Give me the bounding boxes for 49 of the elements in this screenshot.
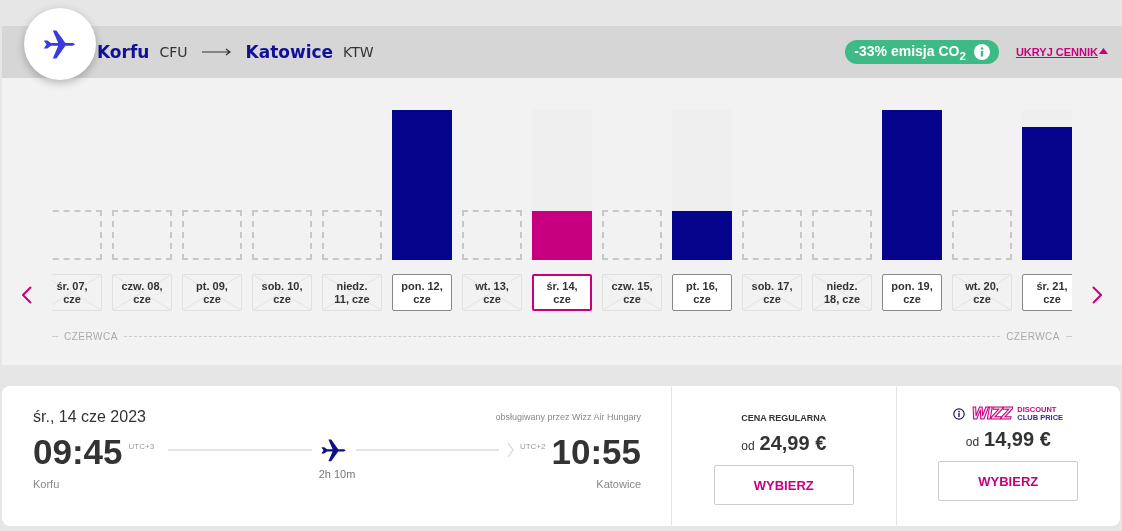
price-bar[interactable] [882, 110, 942, 260]
date-tab[interactable]: czw. 15, cze [602, 274, 662, 311]
date-tab[interactable]: pon. 12, cze [392, 274, 452, 311]
date-tab[interactable]: pt. 16, cze [672, 274, 732, 311]
select-button[interactable]: WYBIERZ [713, 465, 854, 505]
price-prefix: od [741, 439, 755, 453]
origin-city: Korfu [97, 42, 150, 62]
club-logo-wordmark: WIZZ [971, 406, 1012, 422]
date-tab[interactable]: wt. 20, cze [952, 274, 1012, 311]
price-prefix: od [965, 435, 980, 449]
date-tab[interactable]: śr. 21, cze [1022, 274, 1072, 311]
arrival-timezone: UTC+2 [519, 442, 546, 451]
date-tab[interactable]: pon. 19, cze [882, 274, 942, 311]
operator-text: obsługiwany przez Wizz Air Hungary [495, 412, 641, 422]
destination-city: Katowice [245, 42, 334, 62]
info-icon[interactable] [953, 408, 966, 420]
departure-time: 09:45 [33, 432, 123, 472]
emission-text: -33% emisja CO$_{2}$ [854, 42, 966, 62]
flight-date: śr., 14 cze 2023 [33, 408, 146, 426]
price-bar[interactable] [392, 110, 452, 260]
arrow-head-icon [506, 442, 514, 458]
date-tab[interactable]: sob. 17, cze [742, 274, 802, 311]
date-tab[interactable]: pt. 09, cze [182, 274, 242, 311]
select-button[interactable]: WYBIERZ [938, 461, 1079, 501]
origin-city: Korfu [33, 478, 60, 490]
fare-price: 24,99 € [759, 432, 827, 455]
destination-code: KTW [343, 44, 374, 60]
arrow-icon [201, 48, 232, 56]
flight-duration: 2h 10m [318, 468, 356, 480]
price-bar[interactable] [1022, 126, 1072, 260]
price-bar[interactable] [532, 210, 592, 260]
date-tab[interactable]: niedz. 11, cze [322, 274, 382, 311]
date-tab[interactable]: śr. 07, cze [52, 274, 102, 311]
origin-code: CFU [159, 44, 188, 60]
destination-city: Katowice [596, 478, 641, 490]
fare-title: CENA REGULARNA [741, 412, 827, 425]
date-tab[interactable]: wt. 13, cze [462, 274, 522, 311]
arrival-time: 10:55 [551, 432, 641, 472]
month-label: CZERWCA [64, 330, 118, 342]
date-tab[interactable]: sob. 10, cze [252, 274, 312, 311]
fare-price: 14,99 € [984, 428, 1051, 451]
date-tab[interactable]: niedz. 18, cze [812, 274, 872, 311]
date-tab[interactable]: czw. 08, cze [112, 274, 172, 311]
hide-prices-link[interactable]: UKRYJ CENNIK [1015, 46, 1098, 58]
date-tab[interactable]: śr. 14, cze [532, 274, 592, 311]
caret-up-icon [1099, 48, 1108, 54]
month-label: CZERWCA [1006, 330, 1060, 342]
price-bar[interactable] [672, 210, 732, 260]
departure-timezone: UTC+3 [128, 442, 155, 451]
